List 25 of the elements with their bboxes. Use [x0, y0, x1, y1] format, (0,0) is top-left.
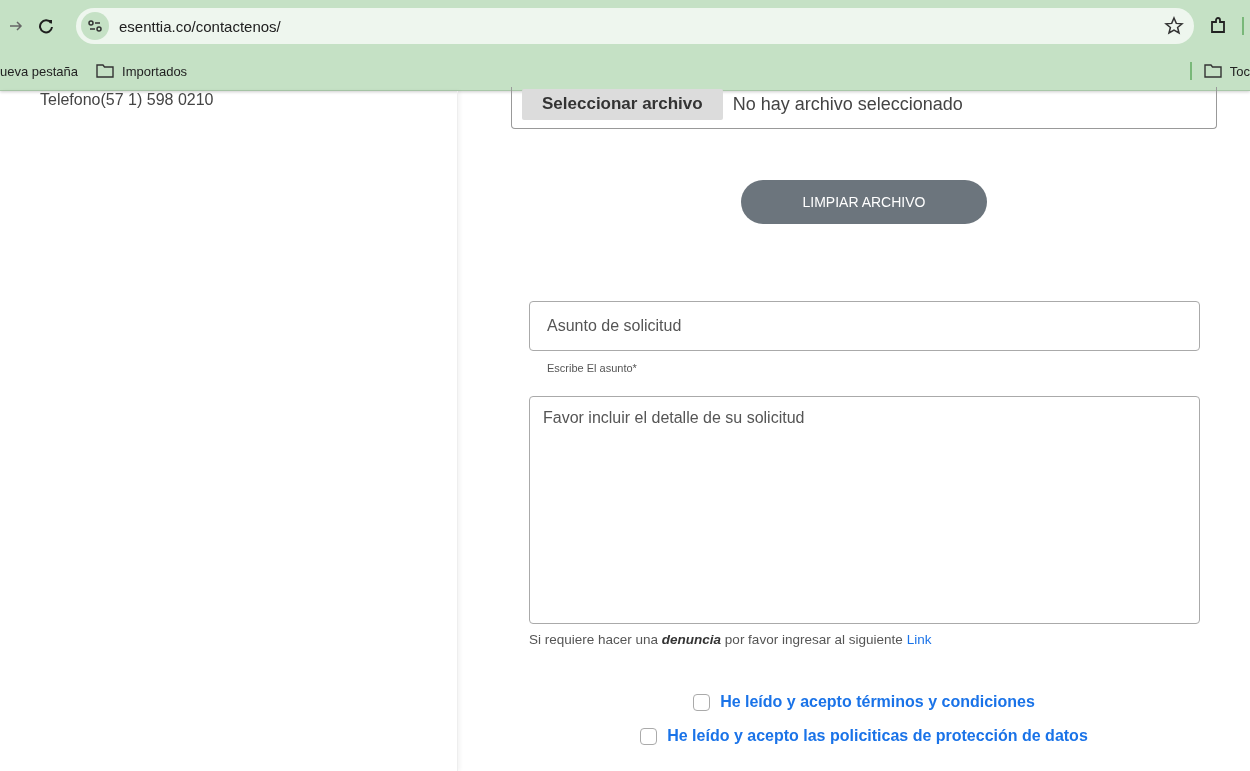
subject-input[interactable]: Asunto de solicitud	[529, 301, 1200, 351]
consent-label[interactable]: He leído y acepto términos y condiciones	[720, 693, 1035, 711]
site-settings-icon[interactable]	[81, 12, 109, 40]
choose-file-button[interactable]: Seleccionar archivo	[522, 89, 723, 120]
clear-file-button[interactable]: LIMPIAR ARCHIVO	[741, 180, 987, 224]
folder-icon	[96, 64, 115, 78]
file-status-text: No hay archivo seleccionado	[732, 94, 963, 115]
reload-icon[interactable]	[38, 18, 54, 34]
address-bar[interactable]: esenttia.co/contactenos/	[76, 8, 1194, 44]
checkbox[interactable]	[640, 727, 658, 745]
bookmark[interactable]: Importados	[96, 63, 188, 79]
consent-label[interactable]: He leído y acepto las policiticas de protección de datos	[667, 727, 1088, 745]
star-icon[interactable]	[1164, 16, 1184, 36]
puzzle-icon[interactable]	[1208, 16, 1228, 36]
url-text[interactable]: esenttia.co/contactenos/	[119, 17, 1154, 35]
checkbox[interactable]	[693, 693, 711, 711]
folder-icon	[1203, 64, 1222, 78]
phone-text: Telefono(57 1) 598 0210	[40, 91, 214, 109]
subject-helper-text: Escribe El asunto*	[547, 362, 638, 374]
bookmark[interactable]: Toc	[1203, 63, 1250, 79]
link[interactable]: Link	[906, 632, 932, 647]
detail-textarea[interactable]: Favor incluir el detalle de su solicitud	[529, 396, 1200, 624]
file-input[interactable]: Seleccionar archivo No hay archivo seleccionado	[511, 87, 1217, 129]
bookmark[interactable]: ueva pestaña	[0, 63, 79, 79]
denuncia-note-text: Si requiere hacer una denuncia por favor ingresar al siguiente	[529, 632, 903, 647]
